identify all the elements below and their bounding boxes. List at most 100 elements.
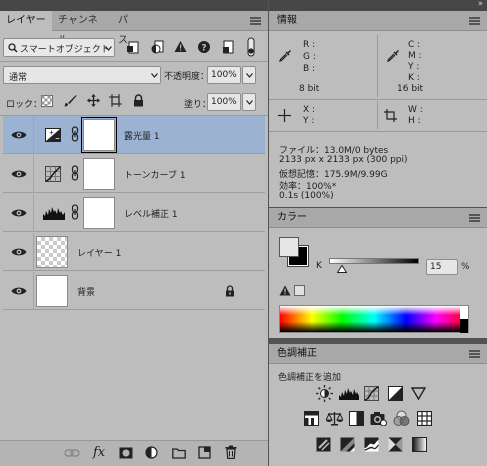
trash-icon[interactable] [225, 445, 237, 459]
curves-icon[interactable] [364, 386, 379, 401]
visibility-eye-icon[interactable] [11, 208, 27, 218]
info-h-label: H : [408, 116, 421, 126]
gamut-color-swatch[interactable] [294, 285, 305, 296]
blend-mode-dropdown[interactable]: 通常 [3, 66, 161, 84]
filter-shape-icon[interactable]: ? [197, 40, 211, 54]
visibility-eye-icon[interactable] [11, 286, 27, 296]
info-timing: 0.1s (100%) [279, 191, 334, 201]
threshold-icon[interactable] [364, 437, 379, 452]
color-panel-title[interactable]: カラー [277, 208, 307, 228]
brightness-contrast-icon[interactable] [316, 385, 333, 402]
chevron-down-icon [105, 46, 112, 51]
filter-kind-label: スマートオブジェクト [20, 45, 110, 55]
visibility-eye-icon[interactable] [11, 130, 27, 140]
posterize-icon[interactable] [340, 437, 355, 452]
info-y-label: Y : [408, 62, 420, 72]
slider-thumb-icon[interactable] [337, 265, 347, 273]
photo-filter-icon[interactable] [370, 411, 387, 426]
info-panel-menu-icon[interactable] [469, 17, 480, 25]
fill-dropdown[interactable] [242, 93, 256, 111]
spectrum-white-chip[interactable] [460, 306, 468, 319]
visibility-eye-icon[interactable] [11, 169, 27, 179]
color-balance-icon[interactable] [326, 411, 343, 426]
tab-paths[interactable]: パス [112, 11, 140, 46]
layers-panel-menu-icon[interactable] [250, 17, 261, 25]
lock-position-icon[interactable] [87, 94, 100, 107]
layer-name[interactable]: トーンカーブ 1 [124, 168, 186, 181]
layer-name[interactable]: レベル補正 1 [124, 207, 178, 220]
foreground-color-swatch[interactable] [279, 237, 299, 257]
link-icon[interactable] [64, 448, 80, 458]
layer-name[interactable]: 背景 [77, 285, 95, 298]
lock-all-icon[interactable] [133, 94, 144, 107]
layer-thumbnail[interactable] [36, 275, 68, 307]
new-layer-icon[interactable] [198, 446, 211, 459]
filter-smartobject-icon[interactable] [222, 40, 235, 54]
gradient-map-icon[interactable] [412, 437, 427, 452]
visibility-eye-icon[interactable] [11, 247, 27, 257]
layer-row-layer1[interactable]: レイヤー 1 [3, 233, 265, 271]
opacity-dropdown[interactable] [242, 66, 256, 84]
levels-icon[interactable] [339, 387, 359, 400]
filter-toggle-icon[interactable] [246, 37, 256, 57]
collapse-panels-icon[interactable]: ›› [478, 0, 483, 9]
layer-thumbnail[interactable] [36, 236, 68, 268]
lock-pixels-icon[interactable] [64, 94, 77, 107]
channel-mixer-icon[interactable] [393, 410, 410, 427]
lock-artboard-icon[interactable] [109, 94, 122, 107]
eyedropper-icon[interactable] [279, 49, 292, 62]
filter-kind-dropdown[interactable]: スマートオブジェクト [3, 38, 115, 57]
k-value-input[interactable]: 15 [426, 259, 458, 275]
layer-row-levels[interactable]: レベル補正 1 [3, 194, 265, 232]
layer-row-curves[interactable]: トーンカーブ 1 [3, 155, 265, 193]
tab-layers[interactable]: レイヤー [0, 11, 52, 31]
crosshair-icon [278, 109, 291, 122]
adjustments-subtitle: 色調補正を追加 [278, 373, 342, 383]
color-panel-menu-icon[interactable] [469, 214, 480, 222]
layer-mask-thumbnail[interactable] [83, 197, 115, 229]
mask-icon[interactable] [119, 447, 133, 459]
selection-size-icon [384, 109, 397, 122]
color-lookup-icon[interactable] [417, 411, 432, 426]
filter-adjustment-icon[interactable] [151, 40, 165, 54]
gamut-warning-icon[interactable] [279, 285, 291, 296]
fx-icon[interactable]: fx [93, 445, 105, 460]
eyedropper-icon[interactable] [387, 49, 400, 62]
fill-input[interactable]: 100% [207, 93, 241, 111]
divider [0, 61, 268, 62]
info-k-label: K : [408, 73, 420, 83]
vibrance-icon[interactable] [411, 387, 426, 400]
spectrum-black-chip[interactable] [460, 319, 468, 333]
layer-row-background[interactable]: 背景 [3, 272, 265, 310]
eye-divider [33, 116, 34, 154]
exposure-icon[interactable] [388, 386, 403, 401]
filter-type-icon[interactable] [174, 40, 187, 53]
invert-icon[interactable] [316, 437, 331, 452]
adjustments-panel-title[interactable]: 色調補正 [277, 344, 317, 364]
adjustments-panel-menu-icon[interactable] [469, 350, 480, 358]
black-white-icon[interactable] [349, 411, 364, 426]
mask-link-icon[interactable] [71, 126, 79, 142]
layer-mask-thumbnail[interactable] [81, 117, 117, 153]
mask-link-icon[interactable] [71, 165, 79, 181]
layer-name[interactable]: 露光量 1 [124, 129, 160, 142]
hue-saturation-icon[interactable] [304, 411, 319, 426]
tab-channels[interactable]: チャンネル [52, 11, 112, 46]
lock-transparency-icon[interactable] [41, 95, 53, 107]
k-slider-track[interactable] [329, 258, 419, 264]
folder-icon[interactable] [172, 447, 186, 459]
layer-row-exposure[interactable]: + − 露光量 1 [3, 116, 265, 154]
info-panel-title[interactable]: 情報 [277, 11, 297, 31]
filter-pixel-icon[interactable] [126, 40, 140, 54]
opacity-input[interactable]: 100% [207, 66, 241, 84]
channel-k-label: K [316, 261, 322, 271]
mask-link-icon[interactable] [71, 204, 79, 220]
layer-name[interactable]: レイヤー 1 [77, 246, 121, 259]
eye-divider [33, 155, 34, 193]
fill-value: 100% [211, 97, 237, 107]
selective-color-icon[interactable] [388, 437, 403, 452]
layer-mask-thumbnail[interactable] [83, 158, 115, 190]
layers-bottom-bar: fx [0, 440, 268, 466]
color-spectrum-bar[interactable] [279, 305, 469, 333]
adjustment-layer-icon[interactable] [145, 446, 158, 459]
